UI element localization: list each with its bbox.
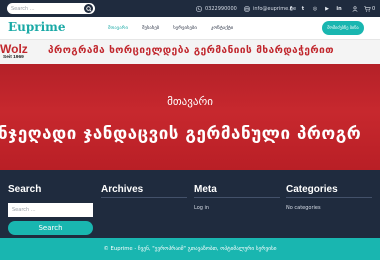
nav-item-services[interactable]: სერვისები [173, 26, 197, 31]
phone-icon [196, 5, 202, 12]
phone-contact[interactable]: 0322990000 [196, 0, 237, 17]
cart-count: 0 [372, 5, 376, 12]
meta-widget-title: Meta [194, 184, 217, 195]
hero-banner: Wolz Seit 1969 პროგრამა ხორციელდება გერმ… [0, 40, 380, 170]
archives-widget-title: Archives [101, 184, 144, 195]
categories-divider [286, 197, 372, 198]
facebook-icon[interactable]: f [288, 6, 294, 12]
top-bar: 0322990000 info@euprime.ge f t ◎ ▶ in 0 [0, 0, 380, 17]
nav-item-home[interactable]: მთავარი [108, 26, 128, 31]
search-widget-button[interactable]: Search [8, 221, 93, 235]
social-links: f t ◎ ▶ in [288, 0, 342, 17]
nav-item-about[interactable]: შესახებ [142, 26, 159, 31]
top-search [7, 3, 95, 14]
copyright-text: © Euprime - ჩვენ, "ევროპრაიმ" გთავაზობთ,… [103, 246, 277, 252]
nav-item-contact[interactable]: კონტაქტი [211, 26, 233, 31]
partner-brand-logo: Wolz Seit 1969 [0, 42, 44, 62]
partner-brand-name: Wolz [0, 42, 28, 56]
hero-program-text: პროგრამა ხორციელდება გერმანიის მხარდაჭერ… [48, 45, 335, 56]
page: 0322990000 info@euprime.ge f t ◎ ▶ in 0 [0, 0, 380, 260]
hero-red-area [0, 64, 380, 170]
search-widget-title: Search [8, 184, 42, 195]
cart-icon [364, 5, 371, 12]
instagram-icon[interactable]: ◎ [312, 6, 318, 12]
site-header: Euprime მთავარი შესახებ სერვისები კონტაქ… [0, 17, 380, 40]
user-icon[interactable] [352, 5, 358, 12]
categories-empty-text: No categories [286, 205, 321, 211]
partner-brand-tagline: Seit 1969 [3, 55, 24, 60]
copyright-bar: © Euprime - ჩვენ, "ევროპრაიმ" გთავაზობთ,… [0, 238, 380, 260]
login-link[interactable]: Log in [194, 205, 209, 211]
cart-button[interactable]: 0 [364, 6, 375, 12]
phone-number: 0322990000 [205, 5, 237, 12]
account-area: 0 [352, 0, 375, 17]
hero-title-wrap: მთავარი [0, 90, 380, 109]
meta-divider [194, 197, 280, 198]
top-search-button[interactable] [84, 4, 93, 13]
hero-program-title: ნჯეღადი ჯანდაცვის გერმანული პროგრ [0, 124, 362, 144]
page-title: მთავარი [167, 95, 213, 108]
youtube-icon[interactable]: ▶ [324, 6, 330, 12]
search-icon [85, 5, 92, 12]
archives-divider [101, 197, 187, 198]
categories-widget-title: Categories [286, 184, 338, 195]
linkedin-icon[interactable]: in [336, 6, 342, 12]
footer-widgets: Search Search Archives Meta Log in Categ… [0, 170, 380, 238]
top-search-input[interactable] [11, 3, 81, 14]
email-icon [244, 5, 250, 12]
search-widget-input[interactable] [8, 203, 93, 217]
main-nav: მთავარი შესახებ სერვისები კონტაქტი [108, 17, 233, 40]
find-apartment-button[interactable]: მომიძებნე ბინა [322, 21, 364, 35]
twitter-icon[interactable]: t [300, 6, 306, 12]
site-logo[interactable]: Euprime [8, 20, 65, 34]
